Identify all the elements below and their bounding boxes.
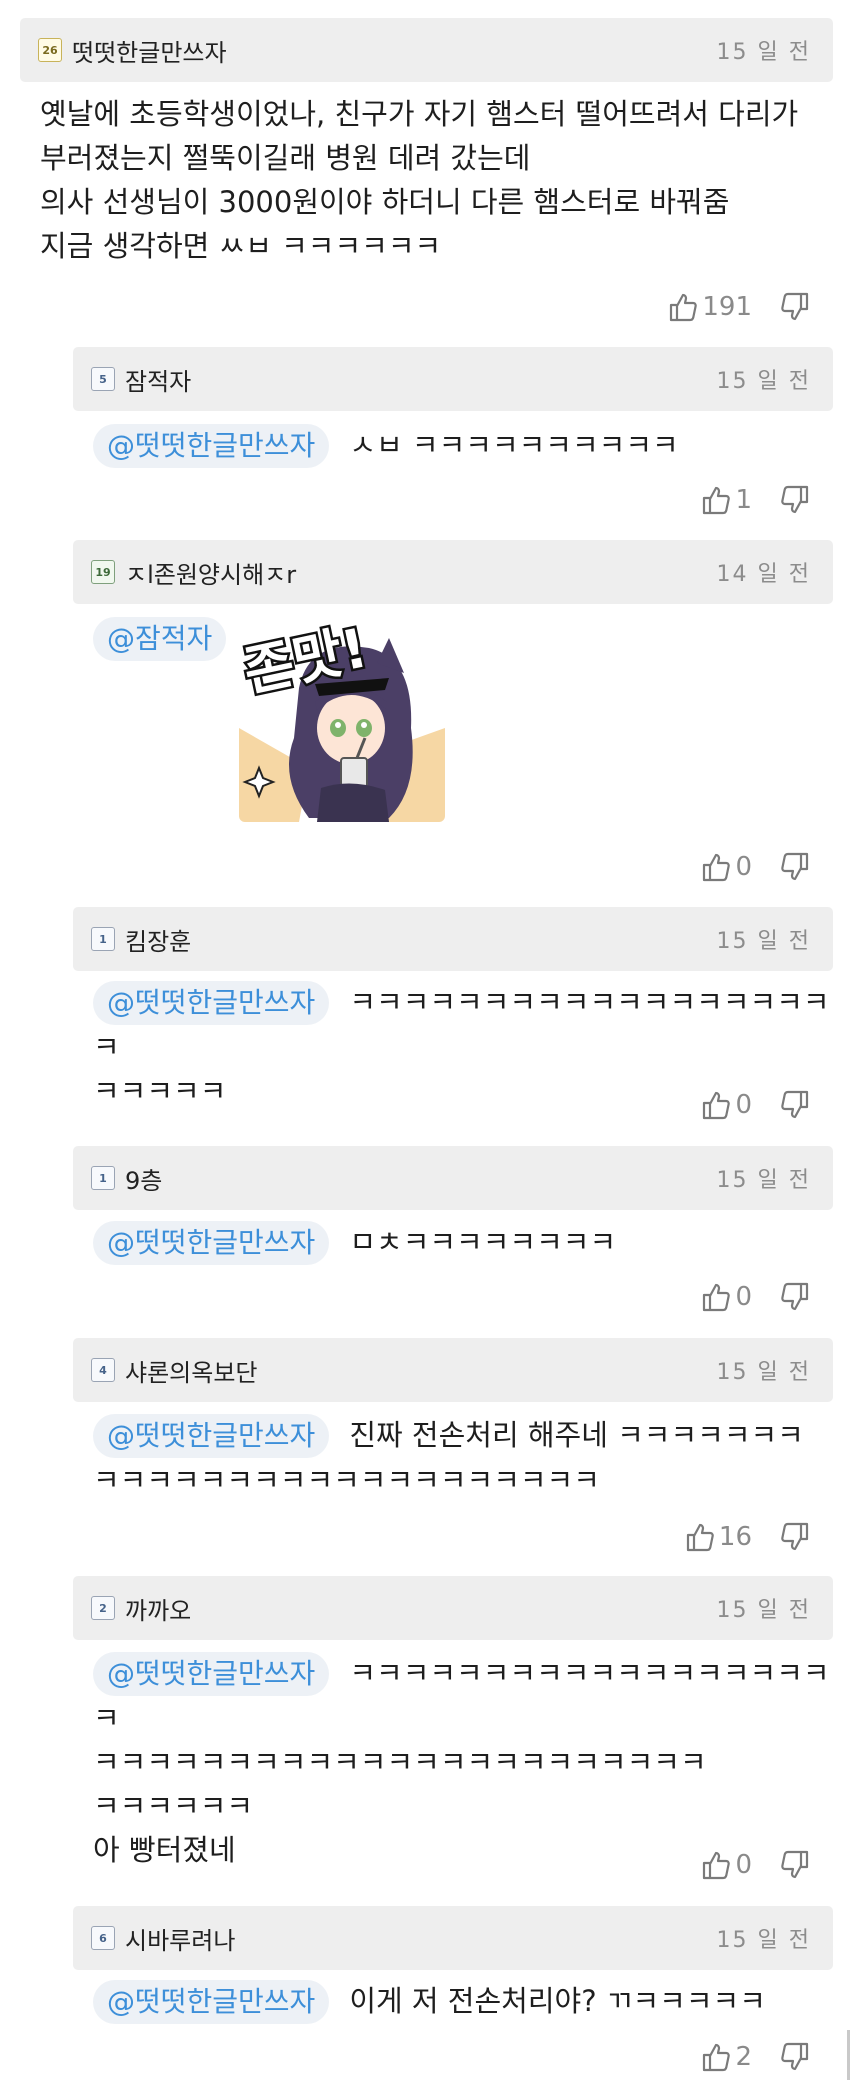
thumbs-up-icon[interactable] [701, 484, 731, 516]
like-count: 0 [735, 1090, 752, 1120]
comment-actions: 0 [701, 847, 810, 887]
comment-actions: 0 [701, 1277, 810, 1317]
comment-body: @떳떳한글만쓰자 ㅁㅊㅋㅋㅋㅋㅋㅋㅋㅋ [93, 1220, 833, 1265]
comment-body: @떳떳한글만쓰자 진짜 전손처리 해주네 ㅋㅋㅋㅋㅋㅋㅋ ㅋㅋㅋㅋㅋㅋㅋㅋㅋㅋㅋㅋ… [93, 1413, 833, 1502]
thumbs-down-icon[interactable] [780, 1089, 810, 1121]
thumbs-up-icon[interactable] [701, 1849, 731, 1881]
comment-date: 15 일 전 [716, 369, 811, 394]
comment-body: @잠적자 [93, 616, 246, 661]
like-count: 0 [735, 1282, 752, 1312]
thumbs-down-icon[interactable] [780, 1849, 810, 1881]
thumbs-up-icon[interactable] [701, 851, 731, 883]
mention-tag[interactable]: @떳떳한글만쓰자 [93, 1980, 330, 2024]
comment-header: 1 9층 15 일 전 [73, 1146, 833, 1210]
comment-actions: 2 [701, 2037, 810, 2077]
comment-header: 26 떳떳한글만쓰자 15 일 전 [20, 18, 833, 82]
comment-actions: 0 [701, 1085, 810, 1125]
thumbs-down-icon[interactable] [780, 484, 810, 516]
mention-tag[interactable]: @떳떳한글만쓰자 [93, 1221, 330, 1265]
thumbs-down-icon[interactable] [780, 291, 810, 323]
like-count: 16 [718, 1522, 752, 1552]
comment-text: 이게 저 전손처리야? ㄲㅋㅋㅋㅋㅋ [349, 1984, 766, 2018]
comment-nickname[interactable]: 시바루려나 [125, 1921, 235, 1956]
comment-text: ㅁㅊㅋㅋㅋㅋㅋㅋㅋㅋ [349, 1225, 617, 1259]
comment-actions: 0 [701, 1845, 810, 1885]
thumbs-up-icon[interactable] [685, 1521, 715, 1553]
comment-header: 6 시바루려나 15 일 전 [73, 1906, 833, 1970]
comment-nickname[interactable]: ㅈl존원양시해ㅈr [125, 555, 296, 590]
level-badge-icon: 5 [91, 367, 115, 391]
mention-tag[interactable]: @떳떳한글만쓰자 [93, 981, 330, 1025]
comment-nickname[interactable]: 떳떳한글만쓰자 [72, 33, 227, 68]
thumbs-up-icon[interactable] [701, 1281, 731, 1313]
comment-nickname[interactable]: 샤론의옥보단 [125, 1353, 257, 1388]
comment-nickname[interactable]: 9층 [125, 1161, 162, 1196]
sticker-image: 존맛! [239, 618, 445, 822]
comment-body: @떳떳한글만쓰자 이게 저 전손처리야? ㄲㅋㅋㅋㅋㅋ [93, 1979, 833, 2024]
thumbs-down-icon[interactable] [780, 851, 810, 883]
comment-header: 19 ㅈl존원양시해ㅈr 14 일 전 [73, 540, 833, 604]
comment-date: 15 일 전 [716, 929, 811, 954]
sticker-illustration: 존맛! [239, 618, 445, 822]
comment-body: @떳떳한글만쓰자 ㅅㅂ ㅋㅋㅋㅋㅋㅋㅋㅋㅋㅋ [93, 423, 833, 468]
like-count: 191 [702, 292, 752, 322]
mention-tag[interactable]: @떳떳한글만쓰자 [93, 424, 330, 468]
comment-header: 2 까까오 15 일 전 [73, 1576, 833, 1640]
comment-date: 14 일 전 [716, 562, 811, 587]
level-badge-icon: 2 [91, 1596, 115, 1620]
comment-date: 15 일 전 [716, 1598, 811, 1623]
thumbs-up-icon[interactable] [668, 291, 698, 323]
comment-text: ㅅㅂ ㅋㅋㅋㅋㅋㅋㅋㅋㅋㅋ [349, 428, 679, 462]
comment-nickname[interactable]: 잠적자 [125, 362, 191, 397]
comment-body: 옛날에 초등학생이었나, 친구가 자기 햄스터 떨어뜨려서 다리가 부러졌는지 … [40, 92, 830, 268]
like-count: 1 [735, 485, 752, 515]
level-badge-icon: 1 [91, 927, 115, 951]
like-count: 0 [735, 1850, 752, 1880]
comment-header: 5 잠적자 15 일 전 [73, 347, 833, 411]
like-count: 2 [735, 2042, 752, 2072]
comment-text: 옛날에 초등학생이었나, 친구가 자기 햄스터 떨어뜨려서 다리가 부러졌는지 … [40, 97, 799, 263]
thumbs-down-icon[interactable] [780, 1521, 810, 1553]
mention-tag[interactable]: @잠적자 [93, 617, 227, 661]
comment-actions: 16 [685, 1517, 810, 1557]
mention-tag[interactable]: @떳떳한글만쓰자 [93, 1414, 330, 1458]
thumbs-down-icon[interactable] [780, 2041, 810, 2073]
comment-date: 15 일 전 [716, 1360, 811, 1385]
comment-date: 15 일 전 [716, 1928, 811, 1953]
comment-actions: 1 [701, 480, 810, 520]
comment-date: 15 일 전 [716, 1168, 811, 1193]
like-count: 0 [735, 852, 752, 882]
thumbs-up-icon[interactable] [701, 2041, 731, 2073]
level-badge-icon: 4 [91, 1358, 115, 1382]
comment-actions: 191 [668, 287, 810, 327]
level-badge-icon: 1 [91, 1166, 115, 1190]
mention-tag[interactable]: @떳떳한글만쓰자 [93, 1652, 330, 1696]
comment-body: @떳떳한글만쓰자 ㅋㅋㅋㅋㅋㅋㅋㅋㅋㅋㅋㅋㅋㅋㅋㅋㅋㅋㅋ ㅋㅋㅋㅋㅋㅋㅋㅋㅋㅋㅋㅋ… [93, 1651, 833, 1872]
comment-header: 4 샤론의옥보단 15 일 전 [73, 1338, 833, 1402]
level-badge-icon: 26 [38, 38, 62, 62]
thumbs-up-icon[interactable] [701, 1089, 731, 1121]
level-badge-icon: 6 [91, 1926, 115, 1950]
comment-nickname[interactable]: 까까오 [125, 1591, 191, 1626]
level-badge-icon: 19 [91, 560, 115, 584]
comment-header: 1 킴장훈 15 일 전 [73, 907, 833, 971]
comment-nickname[interactable]: 킴장훈 [125, 922, 191, 957]
comment-date: 15 일 전 [716, 40, 811, 65]
thumbs-down-icon[interactable] [780, 1281, 810, 1313]
